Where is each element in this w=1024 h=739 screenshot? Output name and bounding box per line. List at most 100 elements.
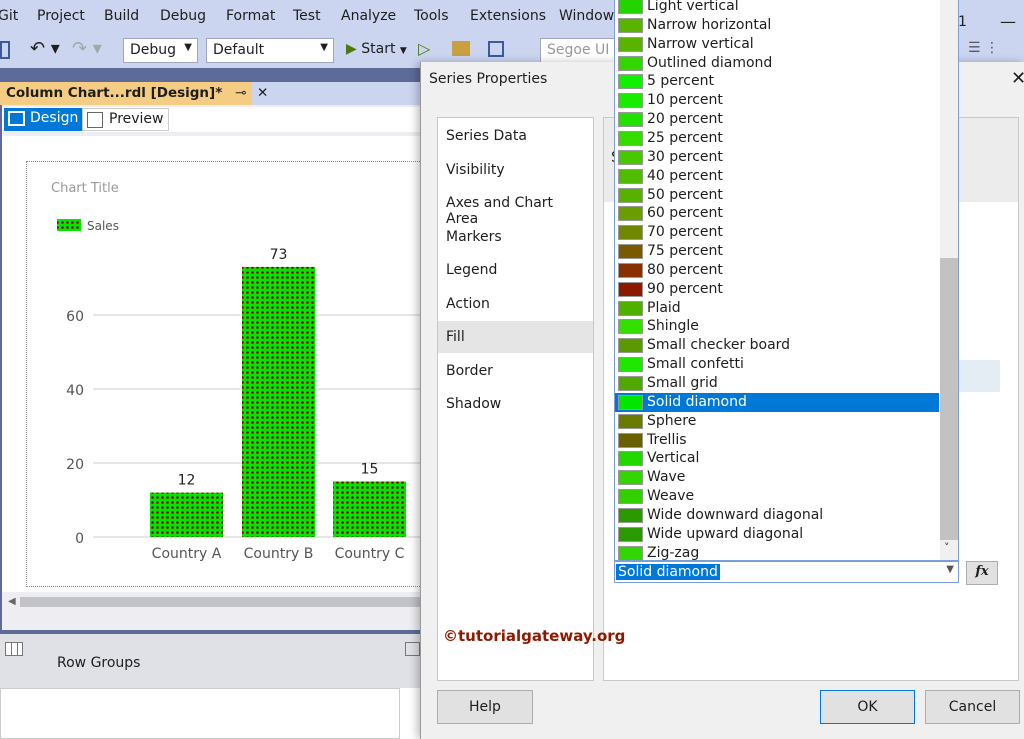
column-groups-icon	[405, 642, 420, 656]
pattern-option-label: 30 percent	[647, 148, 723, 165]
pattern-option[interactable]: Small grid	[615, 374, 939, 393]
pattern-option[interactable]: Small checker board	[615, 336, 939, 355]
pattern-swatch-icon	[618, 394, 643, 410]
table-grid-icon	[5, 642, 23, 656]
y-tick-label: 20	[66, 457, 84, 473]
pattern-option[interactable]: 90 percent	[615, 280, 939, 299]
folder-search-icon[interactable]	[452, 41, 470, 56]
pattern-swatch-icon	[618, 319, 643, 335]
pattern-option[interactable]: 20 percent	[615, 110, 939, 129]
pattern-option-label: Solid diamond	[647, 393, 747, 410]
pattern-option-label: Wide upward diagonal	[647, 525, 804, 542]
row-groups-list	[0, 688, 400, 739]
pattern-option[interactable]: Solid diamond	[615, 392, 939, 412]
pattern-option[interactable]: Plaid	[615, 299, 939, 318]
pattern-option-label: 75 percent	[647, 243, 723, 260]
pattern-swatch-icon	[618, 357, 643, 373]
pattern-option[interactable]: Shingle	[615, 317, 939, 336]
pattern-option[interactable]: 60 percent	[615, 204, 939, 223]
pattern-option[interactable]: 25 percent	[615, 129, 939, 148]
nav-border[interactable]: Border	[438, 355, 593, 387]
pattern-option[interactable]: Small confetti	[615, 355, 939, 374]
pattern-option-label: Narrow vertical	[647, 35, 754, 52]
y-tick-label: 60	[66, 309, 84, 325]
nav-action[interactable]: Action	[438, 288, 593, 320]
pattern-option[interactable]: Narrow horizontal	[615, 16, 939, 35]
pattern-option-label: 50 percent	[647, 186, 723, 203]
pattern-swatch-icon	[618, 168, 643, 184]
pattern-option[interactable]: 70 percent	[615, 223, 939, 242]
y-tick-label: 0	[75, 531, 84, 547]
pattern-swatch-icon	[618, 93, 643, 109]
pattern-select[interactable]: Solid diamond ▼	[614, 561, 959, 583]
pattern-option[interactable]: Wave	[615, 468, 939, 487]
pattern-swatch-icon	[618, 206, 643, 222]
close-dialog-icon[interactable]: ✕	[1011, 68, 1024, 89]
ok-button[interactable]: OK	[820, 690, 915, 724]
pattern-option[interactable]: 5 percent	[615, 72, 939, 91]
pattern-option[interactable]: Trellis	[615, 431, 939, 450]
dialog-title: Series Properties	[429, 71, 548, 87]
column-chart-svg: Chart Title Sales 0 20 40 60 12 Country A 73 Coun…	[51, 181, 420, 562]
nav-visibility[interactable]: Visibility	[438, 154, 593, 186]
pattern-option-label: 60 percent	[647, 205, 723, 222]
pattern-option[interactable]: Weave	[615, 487, 939, 506]
pattern-option[interactable]: Vertical	[615, 449, 939, 468]
pattern-option[interactable]: 40 percent	[615, 167, 939, 186]
pattern-option[interactable]: Zig-zag	[615, 544, 939, 560]
pattern-swatch-icon	[618, 451, 643, 467]
pattern-swatch-icon	[618, 130, 643, 146]
pattern-option[interactable]: 75 percent	[615, 242, 939, 261]
pattern-dropdown-list[interactable]: Light vertical Narrow horizontal Narrow ve…	[614, 0, 959, 561]
nav-axes-and-chart-area[interactable]: Axes and Chart Area	[438, 187, 593, 227]
pattern-option-label: Wave	[647, 469, 686, 486]
pattern-option[interactable]: Outlined diamond	[615, 54, 939, 73]
home-window-icon[interactable]	[488, 41, 504, 57]
menu-window[interactable]: Window	[559, 8, 614, 24]
pattern-swatch-icon	[618, 470, 643, 486]
bar	[150, 492, 223, 537]
menu-extensions[interactable]: Extensions	[470, 8, 546, 24]
horizontal-scrollbar[interactable]	[20, 597, 420, 607]
pattern-swatch-icon	[618, 338, 643, 354]
pattern-option[interactable]: Narrow vertical	[615, 35, 939, 54]
data-label: 12	[178, 473, 196, 489]
pattern-option[interactable]: Light vertical	[615, 0, 939, 16]
scroll-down-icon[interactable]: ˅	[944, 541, 950, 554]
pattern-swatch-icon	[618, 17, 643, 33]
bar	[333, 481, 406, 537]
pattern-select-value: Solid diamond	[616, 564, 720, 580]
nav-legend[interactable]: Legend	[438, 254, 593, 286]
x-tick-label: Country A	[152, 546, 222, 562]
scroll-left-icon[interactable]: ◀	[8, 596, 16, 607]
pattern-option[interactable]: Wide upward diagonal	[615, 525, 939, 544]
pattern-option[interactable]: Wide downward diagonal	[615, 506, 939, 525]
help-button[interactable]: Help	[437, 690, 533, 724]
pattern-option[interactable]: Sphere	[615, 412, 939, 431]
font-value: Segoe UI	[547, 42, 610, 58]
pattern-option[interactable]: 50 percent	[615, 186, 939, 205]
pattern-option[interactable]: 30 percent	[615, 148, 939, 167]
nav-markers[interactable]: Markers	[438, 221, 593, 253]
data-label: 73	[270, 247, 288, 263]
pattern-swatch-icon	[618, 74, 643, 90]
legend-label: Sales	[87, 219, 119, 233]
chevron-down-icon: ▼	[946, 564, 954, 575]
nav-series-data[interactable]: Series Data	[438, 120, 593, 152]
pattern-option[interactable]: 10 percent	[615, 91, 939, 110]
nav-shadow[interactable]: Shadow	[438, 388, 593, 420]
pattern-option-label: Weave	[647, 488, 695, 505]
scroll-up-icon[interactable]: ˄	[944, 0, 950, 9]
dropdown-scroll-thumb[interactable]	[940, 258, 958, 540]
minimize-icon[interactable]: —	[1000, 12, 1016, 31]
pattern-swatch-icon	[618, 55, 643, 71]
pattern-option[interactable]: 80 percent	[615, 261, 939, 280]
pattern-option-label: 10 percent	[647, 92, 723, 109]
nav-fill[interactable]: Fill	[438, 321, 593, 353]
list-format-icon[interactable]: ☰ ⋮	[968, 40, 999, 56]
font-select[interactable]: Segoe UI	[540, 38, 620, 63]
pattern-option-label: Small confetti	[647, 356, 744, 373]
pattern-option-label: Narrow horizontal	[647, 16, 772, 33]
expression-button[interactable]: fx	[966, 561, 998, 585]
cancel-button[interactable]: Cancel	[925, 690, 1020, 724]
